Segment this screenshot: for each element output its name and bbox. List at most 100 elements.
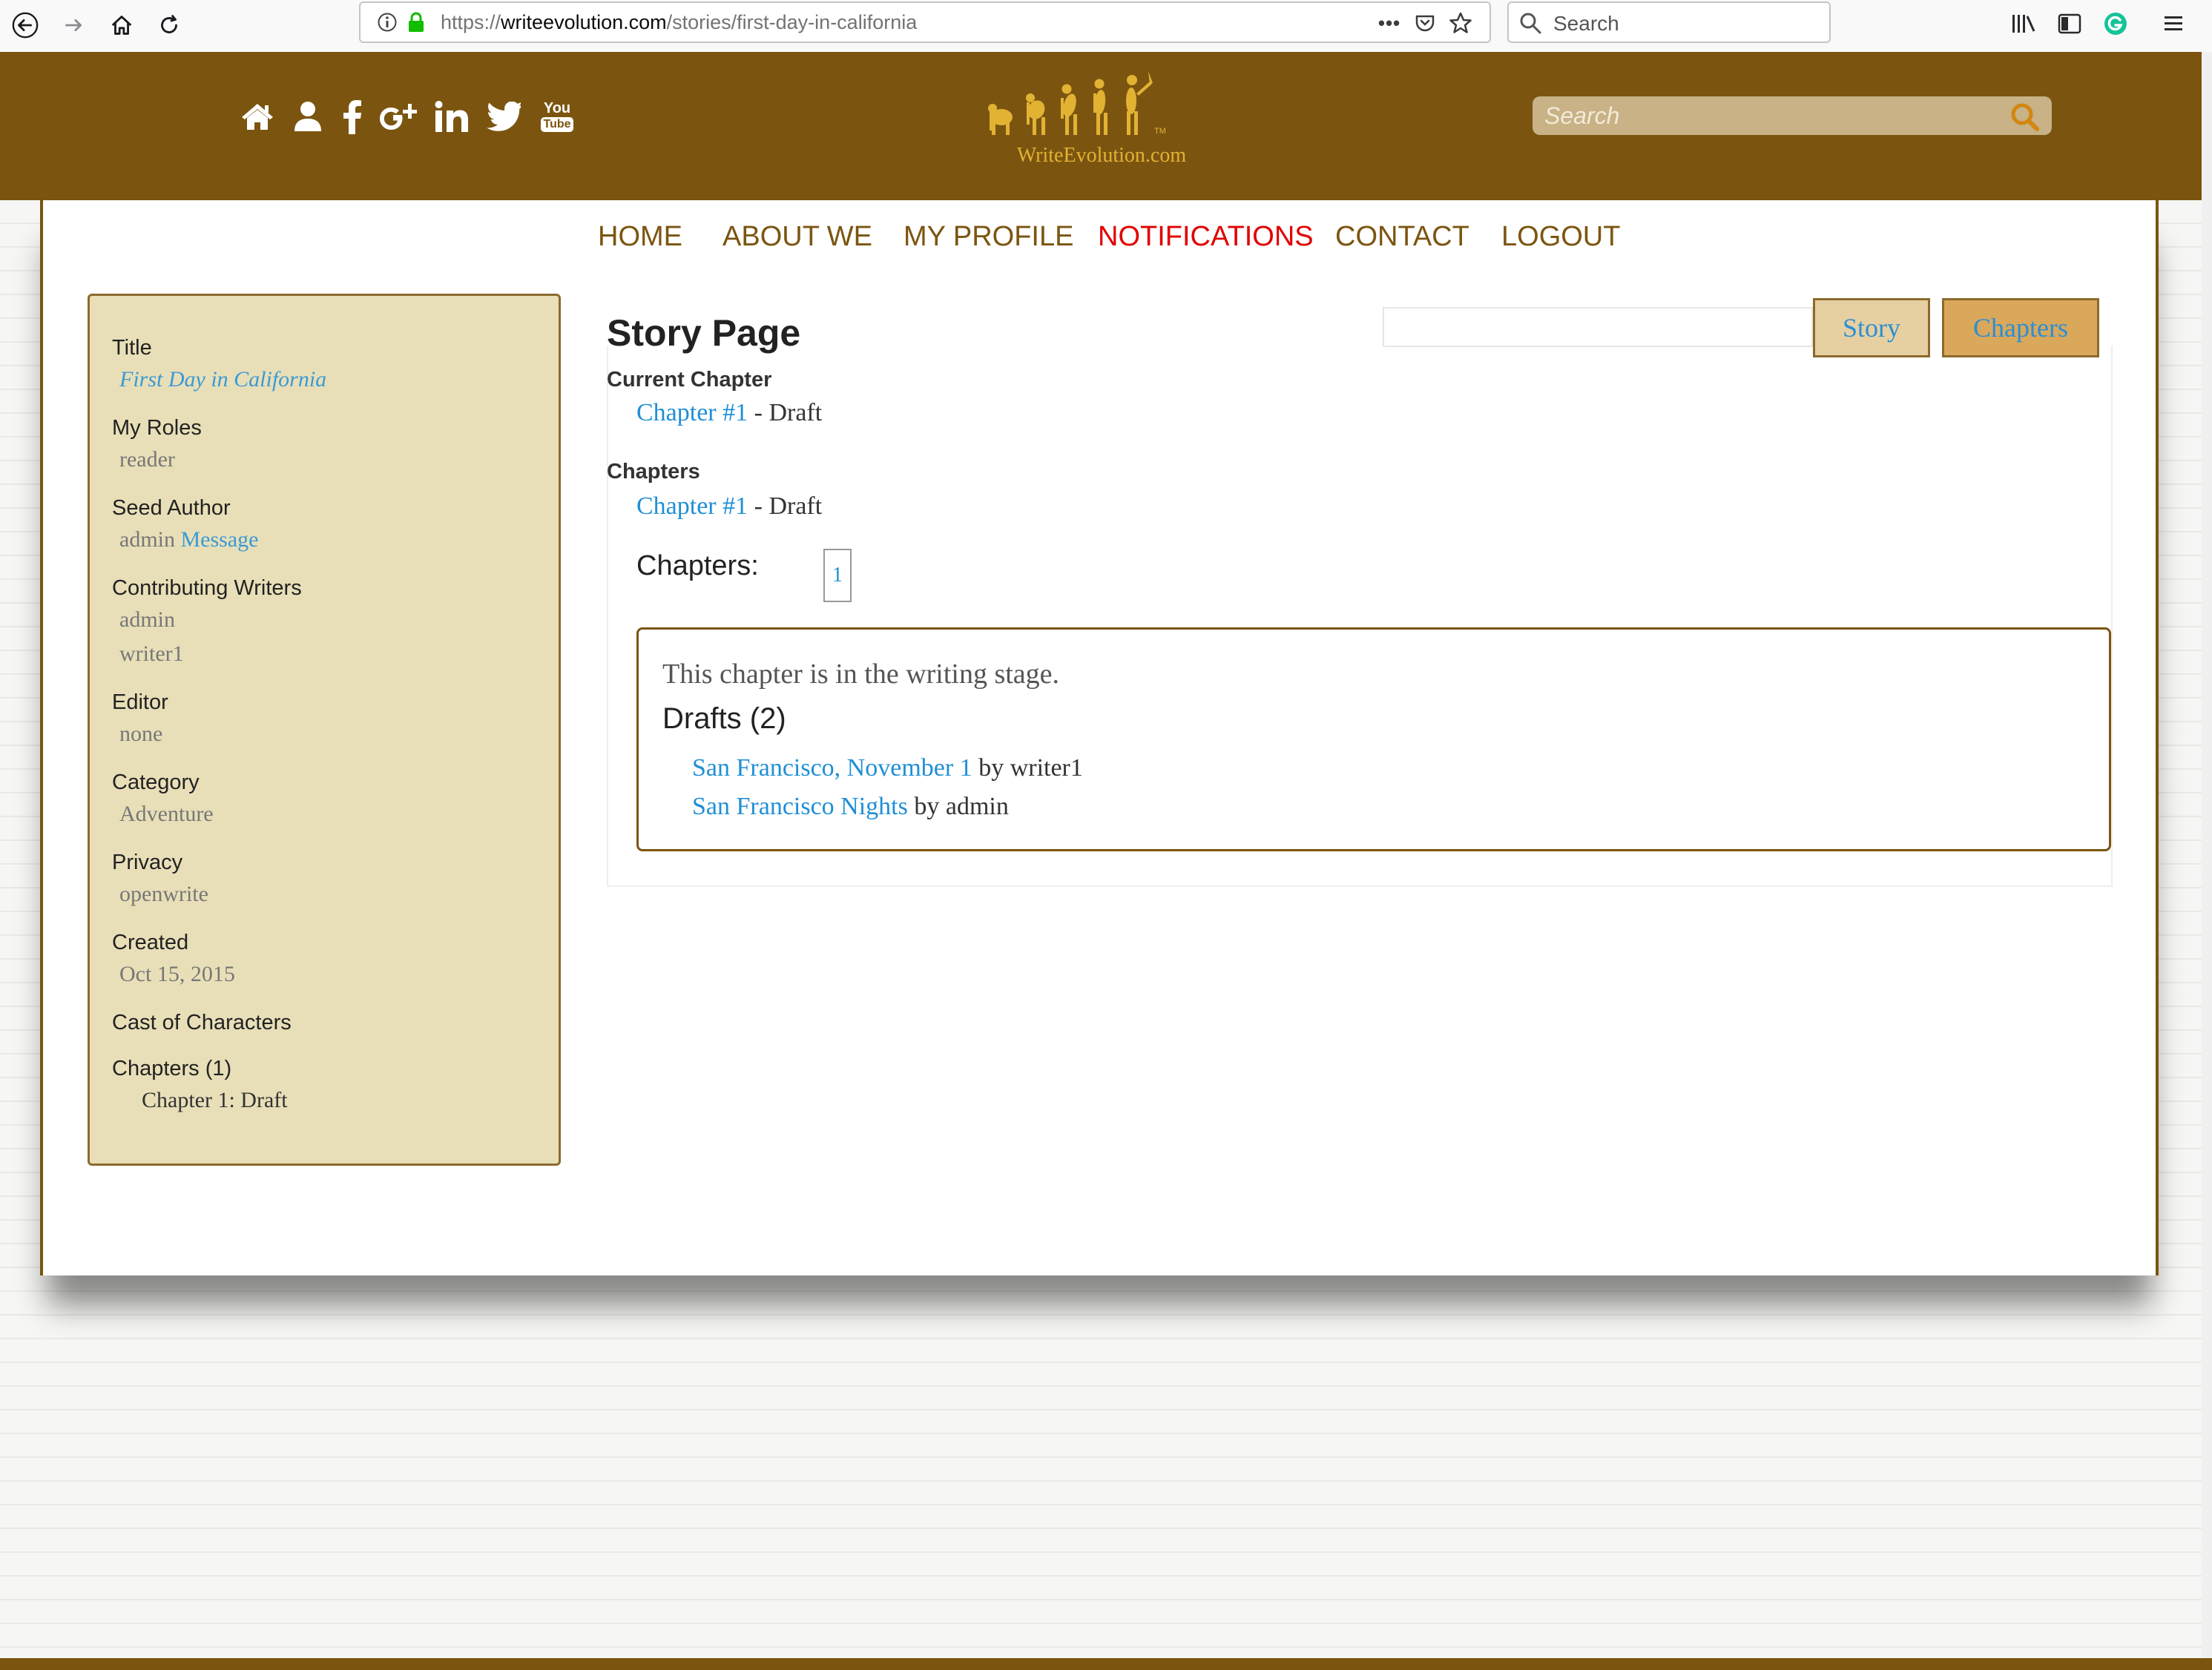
tab-chapters[interactable]: Chapters bbox=[1942, 298, 2099, 357]
google-plus-link[interactable] bbox=[378, 90, 420, 142]
main-navigation: HOME ABOUT WE MY PROFILE NOTIFICATIONS C… bbox=[43, 211, 2156, 263]
site-search-input[interactable] bbox=[1544, 101, 1989, 131]
current-chapter-status: - Draft bbox=[748, 399, 823, 426]
menu-button[interactable] bbox=[2156, 6, 2191, 42]
lock-icon[interactable] bbox=[406, 10, 426, 34]
drafts-heading: Drafts (2) bbox=[662, 702, 786, 735]
chapter-link[interactable]: Chapter #1 bbox=[636, 492, 748, 520]
twitter-icon bbox=[487, 102, 521, 131]
bookmark-star-button[interactable] bbox=[1448, 10, 1473, 36]
search-icon[interactable] bbox=[2009, 101, 2041, 133]
youtube-text-bottom: Tube bbox=[541, 117, 573, 132]
tab-strip-field bbox=[1383, 307, 1813, 347]
profile-link[interactable] bbox=[292, 90, 323, 142]
site-logo[interactable]: TM WriteEvolution.com bbox=[979, 64, 1224, 182]
sidebar-toggle-button[interactable] bbox=[2052, 6, 2087, 42]
editor-label: Editor bbox=[112, 690, 168, 714]
youtube-text-top: You bbox=[543, 100, 571, 116]
grammarly-extension-button[interactable] bbox=[2098, 6, 2133, 42]
current-chapter-heading: Current Chapter bbox=[607, 368, 772, 392]
privacy-value: openwrite bbox=[119, 882, 208, 906]
url-text[interactable]: https://writeevolution.com/stories/first… bbox=[441, 11, 917, 34]
chapters-count-label: Chapters (1) bbox=[112, 1057, 232, 1080]
footer-edge bbox=[0, 1658, 2212, 1670]
page-actions-button[interactable]: ••• bbox=[1377, 10, 1402, 36]
browser-toolbar: https://writeevolution.com/stories/first… bbox=[0, 0, 2212, 53]
logo-text: WriteEvolution.com bbox=[1016, 144, 1187, 167]
nav-logout[interactable]: LOGOUT bbox=[1501, 221, 1620, 253]
created-value: Oct 15, 2015 bbox=[119, 962, 235, 986]
site-search-box bbox=[1533, 96, 2052, 135]
hamburger-icon bbox=[2165, 16, 2182, 30]
nav-home[interactable]: HOME bbox=[598, 221, 682, 253]
reload-button[interactable] bbox=[147, 3, 191, 47]
contributing-writer: admin bbox=[119, 607, 175, 632]
forward-button[interactable] bbox=[52, 3, 96, 47]
nav-contact[interactable]: CONTACT bbox=[1335, 221, 1469, 253]
story-title-link[interactable]: First Day in California bbox=[119, 367, 326, 392]
grammarly-icon bbox=[2104, 13, 2127, 35]
reload-icon bbox=[161, 14, 177, 33]
nav-my-profile[interactable]: MY PROFILE bbox=[903, 221, 1073, 253]
page-title: Story Page bbox=[607, 312, 801, 354]
user-icon bbox=[294, 102, 321, 131]
library-button[interactable] bbox=[2006, 6, 2041, 42]
back-button[interactable] bbox=[3, 3, 47, 47]
pager-label: Chapters: bbox=[636, 550, 759, 581]
logo-tm: TM bbox=[1154, 127, 1166, 136]
star-icon bbox=[1449, 12, 1472, 33]
pocket-icon bbox=[1415, 15, 1435, 32]
twitter-link[interactable] bbox=[485, 90, 522, 142]
draft-author: by writer1 bbox=[972, 754, 1083, 782]
draft-item: San Francisco, November 1 by writer1 bbox=[692, 754, 1083, 782]
pager-page-1[interactable]: 1 bbox=[823, 549, 852, 602]
stage-status-text: This chapter is in the writing stage. bbox=[662, 659, 1060, 690]
facebook-icon bbox=[343, 100, 361, 134]
seed-author-value: admin bbox=[119, 527, 175, 552]
page-scrollbar[interactable] bbox=[2202, 52, 2212, 1658]
chapter-list-item[interactable]: Chapter 1: Draft bbox=[142, 1088, 288, 1113]
title-label: Title bbox=[112, 336, 152, 360]
google-plus-icon bbox=[380, 104, 417, 130]
back-arrow-icon bbox=[12, 12, 39, 39]
address-bar[interactable]: https://writeevolution.com/stories/first… bbox=[359, 1, 1491, 43]
url-path: /stories/first-day-in-california bbox=[666, 11, 918, 33]
tab-story[interactable]: Story bbox=[1813, 298, 1930, 357]
privacy-label: Privacy bbox=[112, 851, 183, 874]
draft-link[interactable]: San Francisco Nights bbox=[692, 793, 908, 820]
category-label: Category bbox=[112, 770, 200, 794]
linkedin-link[interactable] bbox=[433, 90, 470, 142]
sidebar-icon bbox=[2058, 13, 2081, 34]
draft-item: San Francisco Nights by admin bbox=[692, 793, 1009, 821]
draft-link[interactable]: San Francisco, November 1 bbox=[692, 754, 972, 782]
pocket-button[interactable] bbox=[1412, 10, 1438, 36]
cast-of-characters-link[interactable]: Cast of Characters bbox=[112, 1011, 292, 1035]
url-prefix: https:// bbox=[441, 11, 501, 33]
nav-notifications[interactable]: NOTIFICATIONS bbox=[1098, 221, 1314, 253]
nav-about-we[interactable]: ABOUT WE bbox=[722, 221, 872, 253]
message-link[interactable]: Message bbox=[181, 527, 259, 552]
browser-search-box[interactable]: Search bbox=[1507, 1, 1831, 43]
browser-search-placeholder: Search bbox=[1553, 12, 1619, 35]
library-icon bbox=[2012, 15, 2035, 33]
editor-value: none bbox=[119, 722, 163, 746]
roles-value: reader bbox=[119, 447, 175, 472]
evolution-figures-icon: TM bbox=[988, 71, 1166, 136]
home-link[interactable] bbox=[239, 90, 276, 142]
home-button[interactable] bbox=[99, 3, 144, 47]
roles-label: My Roles bbox=[112, 416, 202, 440]
youtube-link[interactable]: You Tube bbox=[539, 90, 576, 142]
current-chapter-row: Chapter #1 - Draft bbox=[636, 399, 822, 427]
magnifier-icon bbox=[1520, 13, 1541, 34]
created-label: Created bbox=[112, 931, 189, 954]
contributing-writer: writer1 bbox=[119, 641, 184, 666]
current-chapter-link[interactable]: Chapter #1 bbox=[636, 399, 748, 426]
facebook-link[interactable] bbox=[340, 90, 365, 142]
info-icon[interactable] bbox=[377, 12, 398, 33]
youtube-icon: You Tube bbox=[541, 101, 573, 132]
category-value: Adventure bbox=[119, 802, 214, 826]
linkedin-icon bbox=[435, 101, 468, 132]
site-header: You Tube TM WriteEvolution.com bbox=[0, 52, 2202, 200]
home-icon bbox=[242, 104, 273, 130]
chapter-row: Chapter #1 - Draft bbox=[636, 492, 822, 521]
